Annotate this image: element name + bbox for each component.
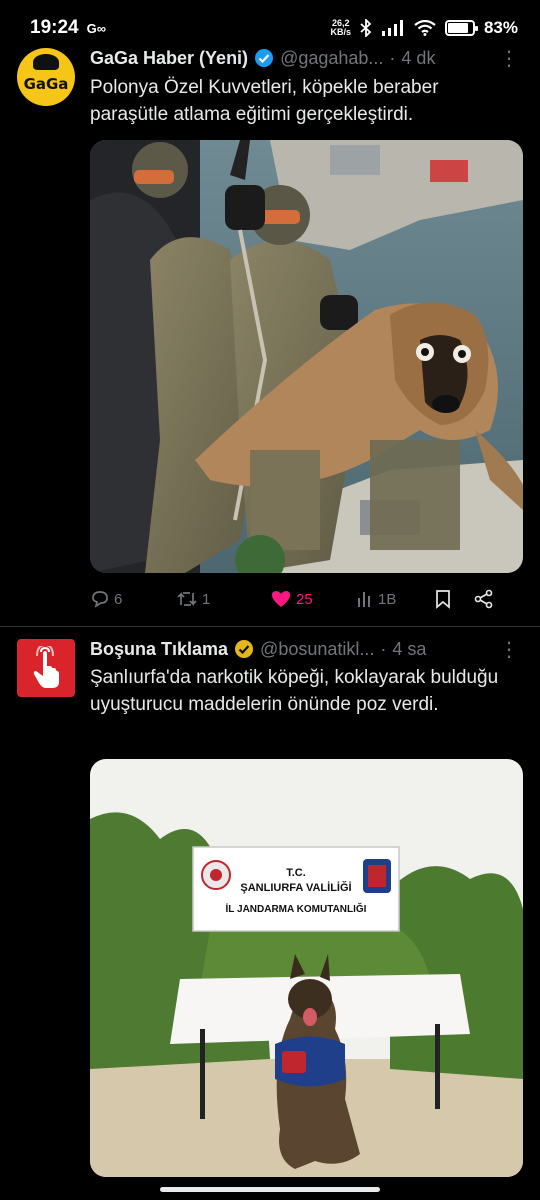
tweet-text: Polonya Özel Kuvvetleri, köpekle beraber… bbox=[90, 77, 439, 125]
tweet-header: GaGa Haber (Yeni) @gagahab... · 4 dk ⋮ bbox=[90, 45, 520, 71]
retweet-button[interactable]: 1 bbox=[176, 589, 270, 609]
separator-dot: · bbox=[380, 638, 387, 659]
sign-line-valilik: ŞANLIURFA VALİLİĞİ bbox=[240, 882, 352, 894]
avatar[interactable] bbox=[17, 639, 75, 697]
tweet[interactable]: GaGa GaGa Haber (Yeni) @gagahab... · 4 d… bbox=[0, 0, 540, 625]
author-handle[interactable]: @bosunatikl... bbox=[260, 639, 374, 660]
tweet[interactable]: Boşuna Tıklama @bosunatikl... · 4 sa ⋮ Ş… bbox=[0, 627, 540, 1200]
more-icon[interactable]: ⋮ bbox=[499, 637, 520, 662]
avatar-logo-text: GaGa bbox=[23, 75, 69, 93]
tweet-photo[interactable]: T.C. ŞANLIURFA VALİLİĞİ İL JANDARMA KOMU… bbox=[90, 759, 523, 1177]
author-name[interactable]: GaGa Haber (Yeni) bbox=[90, 48, 248, 69]
like-icon bbox=[272, 591, 290, 607]
toucan-logo-icon bbox=[33, 54, 59, 70]
retweet-icon bbox=[177, 591, 197, 607]
like-count: 25 bbox=[296, 590, 313, 608]
views-button[interactable]: 1B bbox=[356, 590, 434, 608]
author-name[interactable]: Boşuna Tıklama bbox=[90, 639, 228, 660]
tweet-text: Şanlıurfa'da narkotik köpeği, koklayarak… bbox=[90, 667, 499, 715]
views-count: 1B bbox=[378, 590, 397, 608]
bookmark-button[interactable] bbox=[434, 589, 474, 609]
share-button[interactable] bbox=[474, 589, 494, 609]
reply-icon bbox=[92, 591, 108, 608]
avatar[interactable]: GaGa bbox=[17, 48, 75, 106]
tweet-time[interactable]: 4 sa bbox=[392, 639, 426, 660]
like-button[interactable]: 25 bbox=[270, 589, 356, 609]
reply-button[interactable]: 6 bbox=[90, 589, 176, 609]
verified-badge-icon bbox=[234, 639, 254, 659]
share-icon bbox=[474, 589, 493, 609]
sign-board: T.C. ŞANLIURFA VALİLİĞİ İL JANDARMA KOMU… bbox=[193, 847, 399, 931]
sign-line-jandarma: İL JANDARMA KOMUTANLIĞI bbox=[225, 904, 367, 915]
reply-count: 6 bbox=[114, 590, 123, 608]
bookmark-icon bbox=[436, 590, 450, 609]
tweet-time[interactable]: 4 dk bbox=[401, 48, 435, 69]
separator-dot: · bbox=[389, 47, 396, 68]
tweet-photo[interactable] bbox=[90, 140, 523, 573]
author-handle[interactable]: @gagahab... bbox=[280, 48, 383, 69]
tweet-header: Boşuna Tıklama @bosunatikl... · 4 sa ⋮ bbox=[90, 636, 520, 662]
retweet-count: 1 bbox=[202, 590, 211, 608]
tweet-actions: 6 1 25 1B bbox=[90, 584, 520, 614]
tap-hand-icon bbox=[33, 646, 59, 688]
views-icon bbox=[358, 592, 370, 607]
sign-line-tc: T.C. bbox=[286, 867, 306, 879]
verified-badge-icon bbox=[254, 48, 274, 68]
more-icon[interactable]: ⋮ bbox=[499, 46, 520, 71]
narcotics-dog-photo bbox=[90, 759, 523, 1177]
home-indicator[interactable] bbox=[160, 1187, 380, 1192]
parachute-dog-photo bbox=[90, 140, 523, 573]
